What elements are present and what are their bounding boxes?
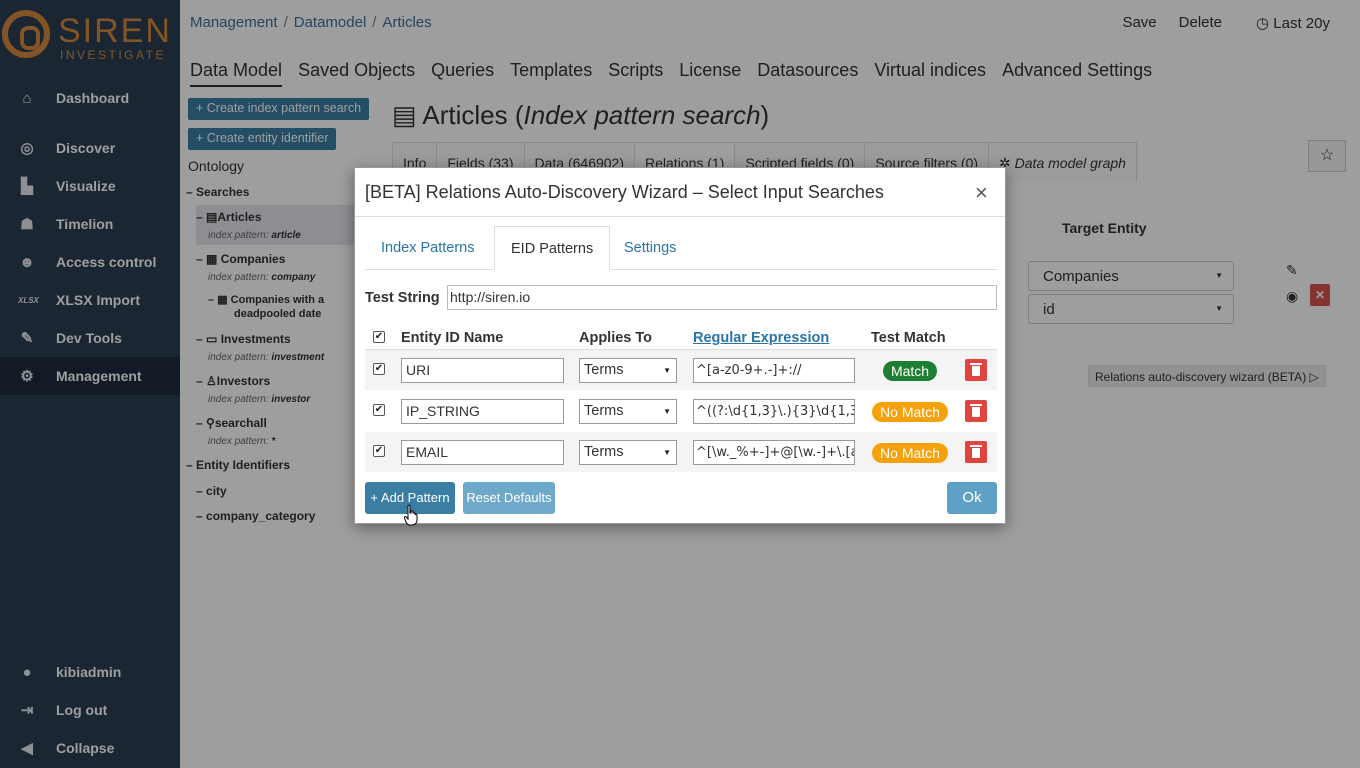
applies-to-select[interactable]: Terms xyxy=(579,399,677,424)
header-entity-id-name: Entity ID Name xyxy=(401,330,504,346)
table-row: ✔ IP_STRING Terms ^((?:\d{1,3}\.){3}\d{1… xyxy=(365,391,997,431)
regex-input[interactable]: ^((?:\d{1,3}\.){3}\d{1,3})|( xyxy=(693,399,855,424)
select-all-checkbox[interactable]: ✔ xyxy=(373,331,385,343)
entity-id-name-input[interactable]: IP_STRING xyxy=(401,399,564,424)
applies-to-select[interactable]: Terms xyxy=(579,440,677,465)
no-match-badge: No Match xyxy=(872,402,948,422)
modal-title: [BETA] Relations Auto-Discovery Wizard –… xyxy=(365,182,884,202)
applies-to-select[interactable]: Terms xyxy=(579,358,677,383)
row-checkbox[interactable]: ✔ xyxy=(373,404,385,416)
no-match-badge: No Match xyxy=(872,443,948,463)
entity-id-name-input[interactable]: URI xyxy=(401,358,564,383)
ok-button[interactable]: Ok xyxy=(947,482,997,514)
tab-index-patterns[interactable]: Index Patterns xyxy=(365,226,491,270)
regex-input[interactable]: ^[\w._%+-]+@[\w.-]+\.[a-z xyxy=(693,440,855,465)
trash-icon[interactable] xyxy=(965,441,987,463)
entity-id-name-input[interactable]: EMAIL xyxy=(401,440,564,465)
row-checkbox[interactable]: ✔ xyxy=(373,445,385,457)
table-row: ✔ URI Terms ^[a-z0-9+.-]+:// Match xyxy=(365,350,997,390)
modal-tabs: Index Patterns EID Patterns Settings xyxy=(365,226,997,270)
reset-defaults-button[interactable]: Reset Defaults xyxy=(463,482,555,514)
hand-cursor-icon xyxy=(404,504,418,526)
row-checkbox[interactable]: ✔ xyxy=(373,363,385,375)
table-row: ✔ EMAIL Terms ^[\w._%+-]+@[\w.-]+\.[a-z … xyxy=(365,432,997,472)
regex-input[interactable]: ^[a-z0-9+.-]+:// xyxy=(693,358,855,383)
app-root: SIREN INVESTIGATE ⌂ Dashboard ◎ Discover… xyxy=(0,0,1360,768)
tab-settings[interactable]: Settings xyxy=(608,226,692,270)
test-string-input[interactable]: http://siren.io xyxy=(447,285,997,310)
header-applies-to: Applies To xyxy=(579,330,653,346)
test-string-label: Test String xyxy=(365,290,440,306)
tab-eid-patterns[interactable]: EID Patterns xyxy=(494,226,611,270)
match-badge: Match xyxy=(883,361,937,381)
header-regular-expression[interactable]: Regular Expression xyxy=(693,330,829,346)
modal-divider xyxy=(355,216,1005,217)
trash-icon[interactable] xyxy=(965,359,987,381)
header-test-match: Test Match xyxy=(871,330,946,346)
button-label: Add Pattern xyxy=(380,490,450,505)
relations-wizard-modal: [BETA] Relations Auto-Discovery Wizard –… xyxy=(354,167,1006,524)
close-icon[interactable]: × xyxy=(975,180,988,206)
trash-icon[interactable] xyxy=(965,400,987,422)
